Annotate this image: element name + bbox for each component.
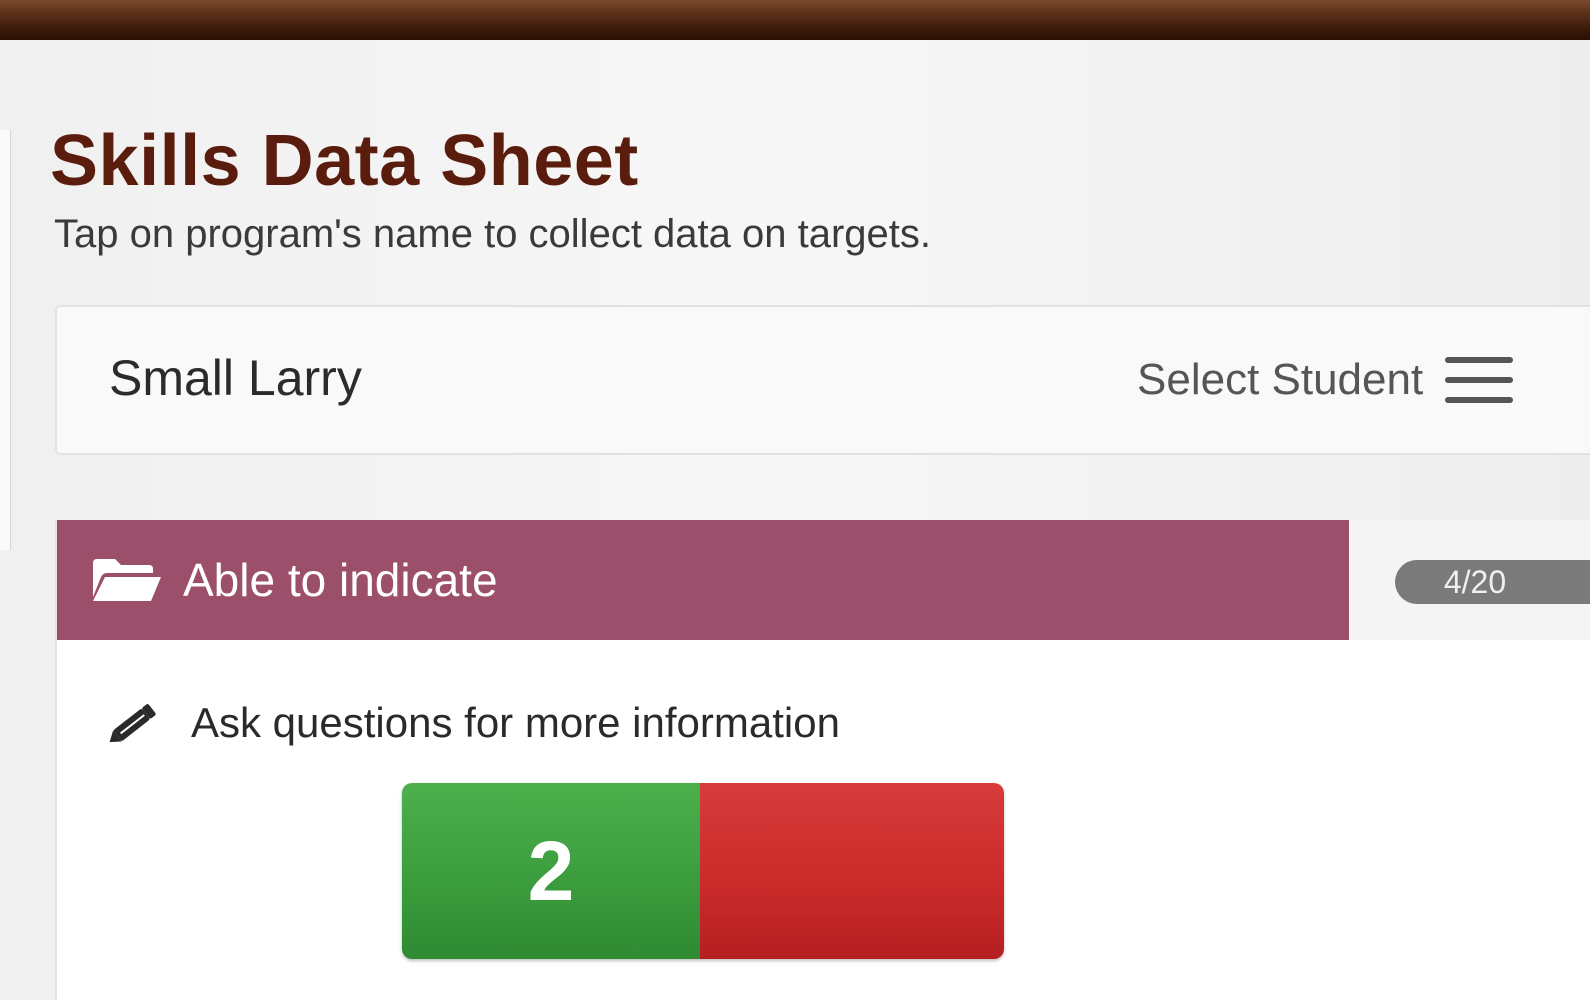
pencil-icon: [109, 704, 156, 743]
program-side-panel: 4/20: [1349, 520, 1590, 640]
program-card: Able to indicate 4/20 Ask questions for …: [55, 520, 1590, 1000]
student-bar: Small Larry Select Student: [55, 305, 1590, 455]
folder-open-icon: [93, 559, 161, 601]
program-name: Able to indicate: [183, 554, 498, 606]
correct-button[interactable]: 2: [402, 783, 700, 959]
select-student-button[interactable]: Select Student: [1137, 355, 1514, 405]
incorrect-button[interactable]: [700, 783, 1004, 959]
top-wood-border: [0, 0, 1590, 40]
left-panel-edge: [0, 130, 11, 550]
page-subtitle: Tap on program's name to collect data on…: [54, 212, 932, 256]
score-control: 2: [402, 783, 1004, 959]
student-name: Small Larry: [109, 350, 362, 406]
program-header[interactable]: Able to indicate: [57, 520, 1349, 640]
select-student-label: Select Student: [1137, 355, 1424, 404]
count-badge: 4/20: [1395, 560, 1590, 604]
hamburger-menu-icon[interactable]: [1445, 357, 1514, 403]
target-row[interactable]: Ask questions for more information: [103, 695, 840, 751]
target-label: Ask questions for more information: [191, 699, 840, 746]
page-title: Skills Data Sheet: [50, 121, 639, 201]
